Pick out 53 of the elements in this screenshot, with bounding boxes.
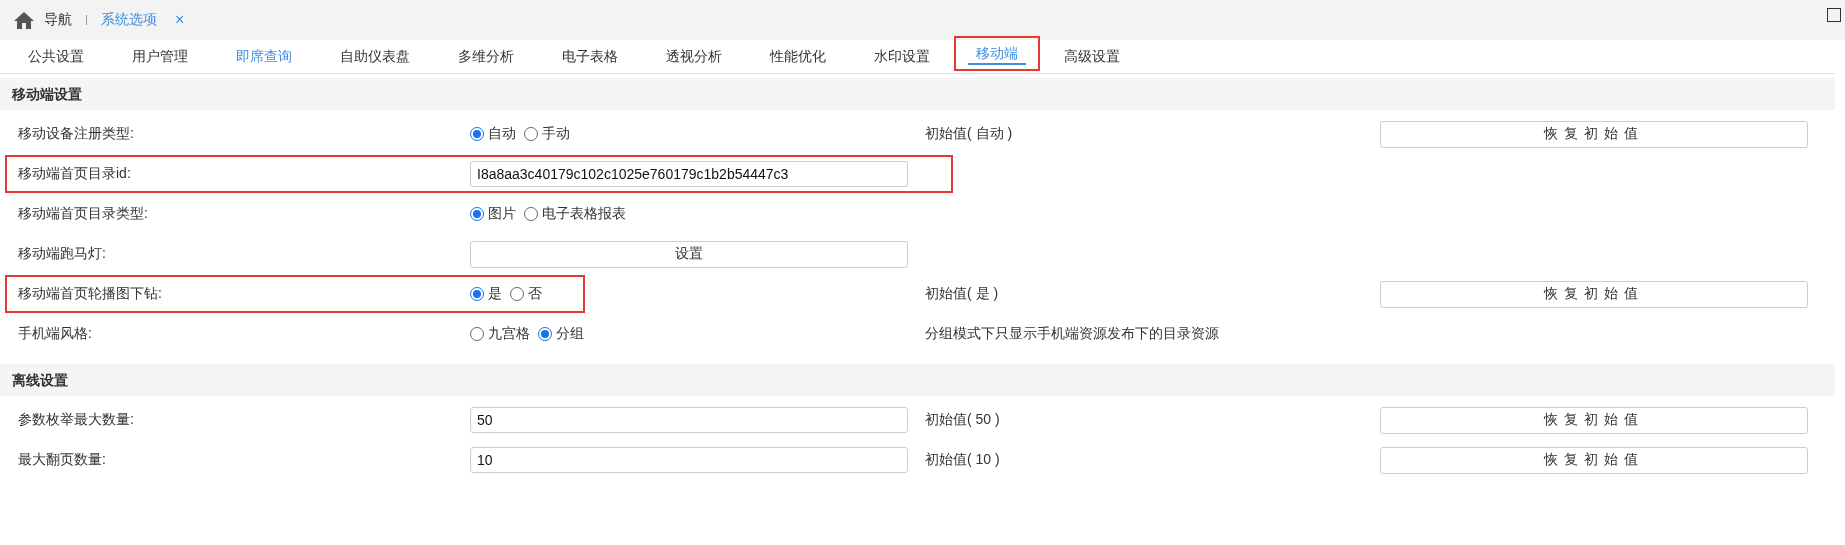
- home-icon[interactable]: [14, 11, 34, 29]
- reset-button[interactable]: 恢复初始值: [1380, 120, 1808, 148]
- radio-label: 否: [528, 285, 542, 303]
- field-label: 移动端首页轮播图下钻:: [18, 285, 163, 303]
- tab[interactable]: 多维分析: [434, 40, 538, 73]
- tab[interactable]: 移动端: [954, 36, 1040, 71]
- radio-label: 自动: [488, 125, 516, 143]
- field-label: 移动端首页目录id:: [18, 165, 132, 183]
- radio-button[interactable]: [470, 207, 484, 221]
- initial-value-text: 初始值( 50 ): [924, 411, 1000, 427]
- field-label: 移动设备注册类型:: [18, 125, 135, 143]
- initial-value-text: 初始值( 自动 ): [924, 125, 1013, 141]
- reset-button[interactable]: 恢复初始值: [1380, 446, 1808, 474]
- initial-value-text: 分组模式下只显示手机端资源发布下的目录资源: [924, 325, 1219, 341]
- tab[interactable]: 透视分析: [642, 40, 746, 73]
- tab[interactable]: 水印设置: [850, 40, 954, 73]
- tab[interactable]: 电子表格: [538, 40, 642, 73]
- field-label: 手机端风格:: [18, 325, 93, 343]
- text-field[interactable]: 10: [470, 447, 908, 473]
- radio-button[interactable]: [470, 287, 484, 301]
- tab[interactable]: 高级设置: [1040, 40, 1144, 73]
- reset-button[interactable]: 恢复初始值: [1380, 406, 1808, 434]
- tab[interactable]: 自助仪表盘: [316, 40, 434, 73]
- maximize-icon[interactable]: [1827, 8, 1841, 22]
- radio-button[interactable]: [524, 127, 538, 141]
- tab[interactable]: 性能优化: [746, 40, 850, 73]
- settings-button[interactable]: 设置: [470, 240, 908, 268]
- section-header: 移动端设置: [0, 78, 1835, 110]
- nav-link[interactable]: 导航: [44, 11, 72, 29]
- field-label: 参数枚举最大数量:: [18, 411, 135, 429]
- radio-label: 电子表格报表: [542, 205, 626, 223]
- radio-button[interactable]: [524, 207, 538, 221]
- section-header: 离线设置: [0, 364, 1835, 396]
- tab[interactable]: 即席查询: [212, 40, 316, 73]
- radio-button[interactable]: [510, 287, 524, 301]
- tab[interactable]: 公共设置: [4, 40, 108, 73]
- text-field[interactable]: 50: [470, 407, 908, 433]
- initial-value-text: 初始值( 是 ): [924, 285, 999, 301]
- reset-button[interactable]: 恢复初始值: [1380, 280, 1808, 308]
- radio-label: 九宫格: [488, 325, 530, 343]
- text-field[interactable]: I8a8aa3c40179c102c1025e760179c1b2b54447c3: [470, 161, 908, 187]
- radio-label: 是: [488, 285, 502, 303]
- radio-button[interactable]: [470, 327, 484, 341]
- field-label: 移动端跑马灯:: [18, 245, 107, 263]
- tab[interactable]: 用户管理: [108, 40, 212, 73]
- initial-value-text: 初始值( 10 ): [924, 451, 1000, 467]
- radio-label: 手动: [542, 125, 570, 143]
- radio-button[interactable]: [538, 327, 552, 341]
- field-label: 移动端首页目录类型:: [18, 205, 149, 223]
- radio-label: 图片: [488, 205, 516, 223]
- radio-label: 分组: [556, 325, 584, 343]
- field-label: 最大翻页数量:: [18, 451, 107, 469]
- radio-button[interactable]: [470, 127, 484, 141]
